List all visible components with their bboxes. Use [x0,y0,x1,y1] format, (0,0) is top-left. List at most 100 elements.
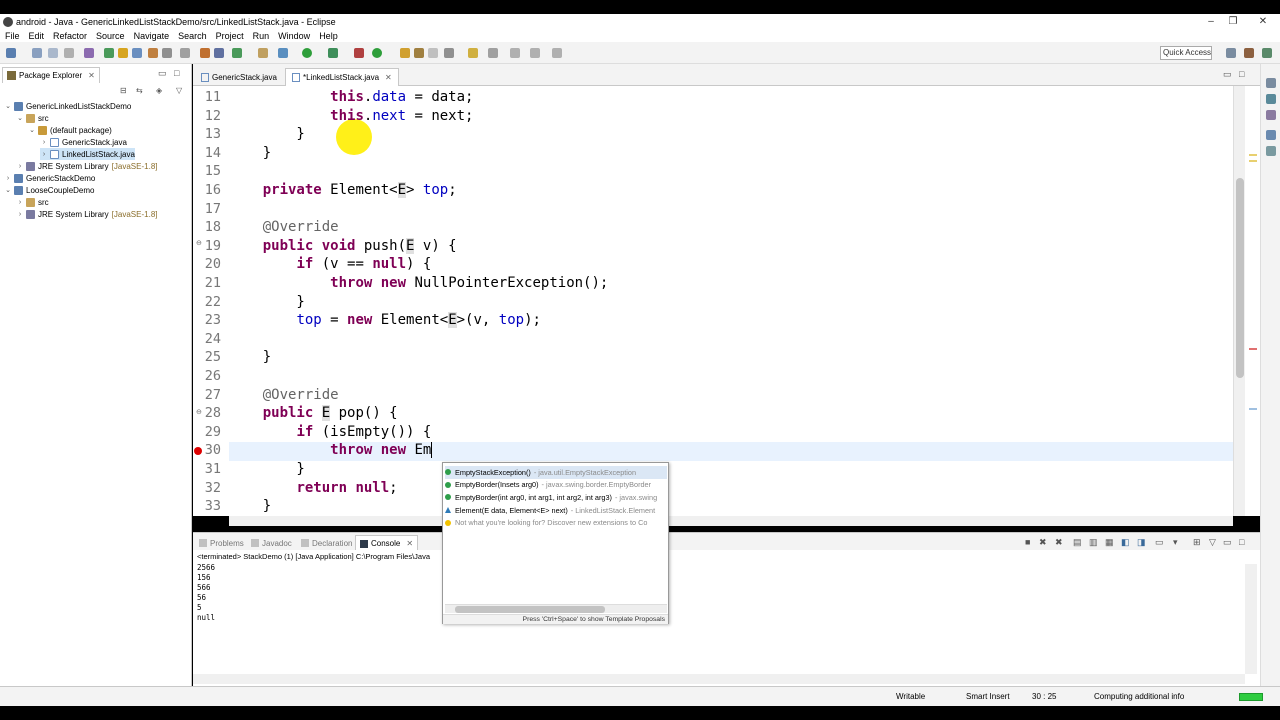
tab-declaration[interactable]: Declaration [297,535,356,551]
overview-marker[interactable] [1249,408,1257,410]
save-icon[interactable] [32,48,42,58]
new-icon[interactable] [6,48,16,58]
menu-refactor[interactable]: Refactor [53,31,87,41]
minimize-view-icon[interactable]: ▭ [1223,537,1232,548]
editor-horizontal-scrollbar[interactable] [229,516,1233,526]
collapse-icon[interactable]: › [40,151,48,158]
pin-icon[interactable] [468,48,478,58]
toggle-mark-icon[interactable] [84,48,94,58]
editor-vertical-scrollbar[interactable] [1233,86,1245,516]
new-class-icon[interactable] [372,48,382,58]
remove-launch-icon[interactable]: ✖ [1039,537,1047,548]
maximize-button[interactable]: ❐ [1218,14,1248,30]
close-icon[interactable]: ✕ [406,539,413,548]
tree-item-jre-library[interactable]: › JRE System Library [JavaSE-1.8] [16,160,158,172]
console-horizontal-scrollbar[interactable] [193,674,1245,684]
debug-config-icon[interactable] [104,48,114,58]
tree-item-jre-library[interactable]: › JRE System Library [JavaSE-1.8] [16,208,158,220]
collapse-icon[interactable]: › [16,163,24,170]
progress-indicator[interactable] [1239,693,1263,701]
proposal-item[interactable]: EmptyStackException() - java.util.EmptyS… [445,466,667,479]
open-perspective-icon[interactable] [1226,48,1236,58]
display-console-icon[interactable]: ▭ [1155,537,1164,548]
close-icon[interactable]: ✕ [385,73,392,82]
task-list-icon[interactable] [1266,94,1276,104]
overview-marker[interactable] [1249,348,1257,350]
tab-problems[interactable]: Problems [195,535,248,551]
console-vertical-scrollbar[interactable] [1245,564,1257,674]
menu-project[interactable]: Project [216,31,244,41]
scrollbar-thumb[interactable] [455,606,605,613]
proposal-item[interactable]: EmptyBorder(int arg0, int arg1, int arg2… [445,491,667,504]
maximize-view-icon[interactable]: □ [1239,537,1244,547]
collapse-all-icon[interactable]: ⊟ [120,86,127,95]
view-menu-icon[interactable]: ▽ [176,86,182,95]
menu-run[interactable]: Run [253,31,270,41]
scrollbar-thumb[interactable] [1236,178,1244,378]
external-tools-icon[interactable] [354,48,364,58]
print-icon[interactable] [64,48,74,58]
pin-console-icon[interactable]: ◧ [1121,537,1130,548]
java-perspective-icon[interactable] [1244,48,1254,58]
task-icon[interactable] [232,48,242,58]
error-marker-icon[interactable] [194,447,202,455]
tab-console[interactable]: Console ✕ [355,535,419,551]
expand-icon[interactable]: ⌄ [4,102,12,110]
minimize-editor-icon[interactable]: ▭ [1223,69,1232,80]
tree-item-default-package[interactable]: ⌄ (default package) [28,124,112,136]
tree-item-project[interactable]: › GenericStackDemo [4,172,95,184]
close-icon[interactable]: ✕ [88,71,95,80]
hierarchy-icon[interactable] [1266,110,1276,120]
tree-item-src[interactable]: ⌄ src [16,112,49,124]
terminate-icon[interactable]: ■ [1025,537,1030,547]
coverage-icon[interactable] [328,48,338,58]
quick-access-input[interactable]: Quick Access [1160,46,1212,60]
tree-item-project[interactable]: ⌄ GenericLinkedListStackDemo [4,100,131,112]
collapse-icon[interactable]: › [40,139,48,146]
call-hierarchy-icon[interactable] [1266,146,1276,156]
run-icon[interactable] [302,48,312,58]
collapse-icon[interactable]: › [16,199,24,206]
block-icon[interactable] [200,48,210,58]
last-edit-icon[interactable] [488,48,498,58]
tree-item-generic-stack[interactable]: › GenericStack.java [40,136,127,148]
debug-perspective-icon[interactable] [1262,48,1272,58]
overview-marker[interactable] [1249,154,1257,156]
collapse-icon[interactable]: › [4,175,12,182]
open-console-icon[interactable]: ▾ [1173,537,1178,548]
tab-linked-list-stack[interactable]: *LinkedListStack.java ✕ [285,68,399,86]
skip-icon[interactable] [132,48,142,58]
proposal-item[interactable]: Element(E data, Element<E> next) - Linke… [445,504,667,517]
expand-icon[interactable]: ⌄ [28,126,36,134]
annotation-icon[interactable] [162,48,172,58]
next-annotation-icon[interactable] [444,48,454,58]
back-icon[interactable] [510,48,520,58]
forward-icon[interactable] [530,48,540,58]
proposal-item-discover[interactable]: Not what you're looking for? Discover ne… [445,516,667,529]
proposal-horizontal-scrollbar[interactable] [445,604,667,613]
menu-search[interactable]: Search [178,31,207,41]
focus-icon[interactable]: ◈ [156,86,162,95]
tab-generic-stack[interactable]: GenericStack.java [195,68,283,86]
menu-edit[interactable]: Edit [29,31,45,41]
menu-navigate[interactable]: Navigate [134,31,170,41]
collapse-icon[interactable]: › [16,211,24,218]
expand-icon[interactable]: ⌄ [4,186,12,194]
search-icon[interactable] [428,48,438,58]
outline-view-icon[interactable] [1266,130,1276,140]
maximize-view-icon[interactable]: □ [174,68,179,78]
remove-all-icon[interactable]: ✖ [1055,537,1063,548]
breakpoint-icon[interactable] [118,48,128,58]
menu-source[interactable]: Source [96,31,125,41]
outline-icon[interactable] [1266,78,1276,88]
word-wrap-icon[interactable]: ▦ [1105,537,1114,548]
clear-console-icon[interactable]: ▤ [1073,537,1082,548]
tree-item-linked-list-stack[interactable]: › LinkedListStack.java [40,148,135,160]
forward-2-icon[interactable] [552,48,562,58]
fold-icon[interactable]: ⊖ [196,239,202,247]
new-console-icon[interactable]: ⊞ [1193,537,1201,548]
maximize-editor-icon[interactable]: □ [1239,69,1244,79]
scroll-lock-icon[interactable]: ▥ [1089,537,1098,548]
tree-item-project[interactable]: ⌄ LooseCoupleDemo [4,184,95,196]
save-all-icon[interactable] [48,48,58,58]
